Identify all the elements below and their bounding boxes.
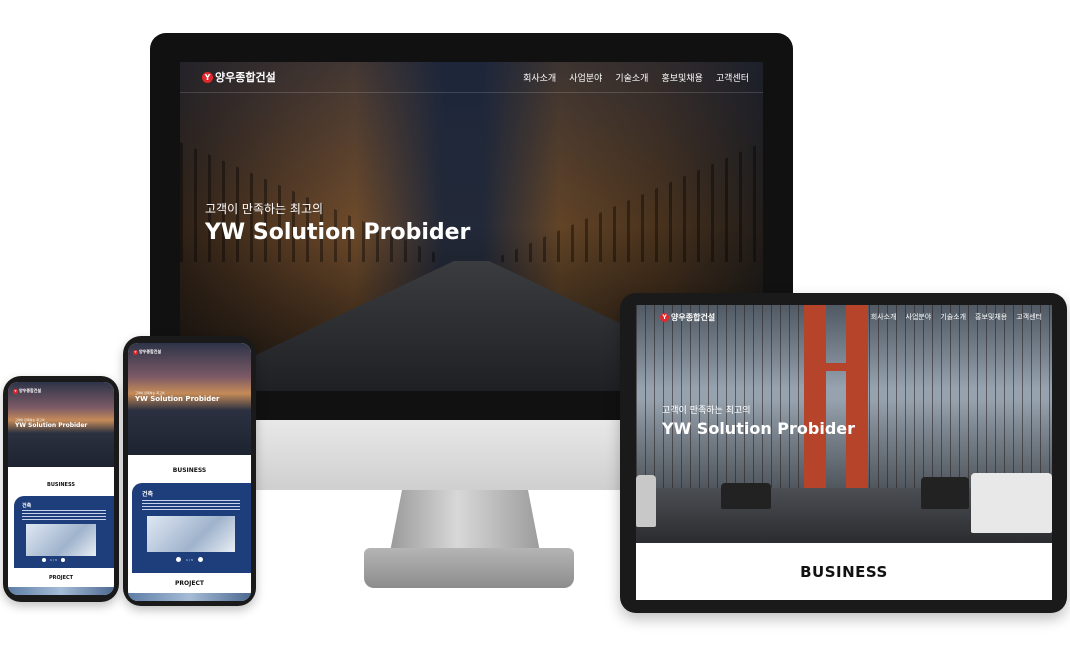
hero-title: YW Solution Probider (135, 395, 220, 403)
card-pager: 1 / 3 (42, 558, 65, 562)
main-nav: 회사소개 사업분야 기술소개 홍보및채용 고객센터 (871, 312, 1042, 322)
site-logo[interactable]: Y 양우종합건설 (202, 69, 276, 85)
project-section-title: PROJECT (48, 575, 74, 581)
project-image-strip (8, 587, 114, 595)
next-arrow-icon[interactable] (60, 558, 65, 562)
hero-background-image: Y 양우종합건설 고객이 만족하는 최고의 YW Solution Probid… (8, 382, 114, 467)
prev-arrow-icon[interactable] (176, 557, 181, 562)
monitor-stand-foot (364, 548, 574, 588)
bridge-tower-beam (804, 363, 868, 371)
hero-text: 고객이 만족하는 최고의 YW Solution Probider (135, 391, 219, 404)
phone-screen-large: Y 양우종합건설 고객이 만족하는 최고의 YW Solution Probid… (128, 343, 251, 601)
nav-item-pr-recruit[interactable]: 홍보및채용 (975, 312, 1007, 322)
card-image (147, 516, 235, 552)
bridge-cables-left (636, 305, 806, 495)
site-header: Y 양우종합건설 회사소개 사업분야 기술소개 홍보및채용 고객센터 (636, 305, 1052, 329)
nav-item-business[interactable]: 사업분야 (569, 71, 602, 84)
hero-text: 고객이 만족하는 최고의 YW Solution Probider (662, 403, 855, 438)
business-card[interactable]: 건축 1 / 3 (14, 496, 114, 568)
hero-title: YW Solution Probider (662, 419, 856, 438)
project-section-title: PROJECT (175, 580, 204, 587)
logo-text: 양우종합건설 (671, 312, 716, 322)
car (636, 475, 656, 527)
next-arrow-icon[interactable] (197, 557, 203, 562)
hero-text: 고객이 만족하는 최고의 YW Solution Probider (205, 200, 470, 245)
pager-text: 1 / 3 (186, 557, 193, 562)
card-title: 건축 (142, 491, 154, 498)
hero-subtitle: 고객이 만족하는 최고의 (662, 406, 751, 416)
nav-item-support[interactable]: 고객센터 (1016, 312, 1042, 322)
logo-icon: Y (202, 71, 213, 83)
hero-background-image: Y 양우종합건설 고객이 만족하는 최고의 YW Solution Probid… (128, 343, 251, 455)
site-logo[interactable]: Y 양우종합건설 (13, 388, 41, 394)
project-image-strip (128, 593, 251, 601)
site-header: Y 양우종합건설 회사소개 사업분야 기술소개 홍보및채용 고객센터 (180, 62, 763, 93)
tablet-screen: Y 양우종합건설 회사소개 사업분야 기술소개 홍보및채용 고객센터 고객이 만… (636, 305, 1052, 600)
nav-item-pr-recruit[interactable]: 홍보및채용 (661, 71, 702, 84)
pager-text: 1 / 3 (50, 558, 57, 562)
nav-item-technology[interactable]: 기술소개 (615, 71, 648, 84)
logo-icon: Y (133, 349, 138, 355)
car (971, 473, 1052, 533)
nav-item-support[interactable]: 고객센터 (716, 71, 749, 84)
business-section-title: BUSINESS (47, 482, 75, 488)
hero-title: YW Solution Probider (205, 220, 471, 245)
card-description (142, 500, 240, 511)
logo-icon: Y (660, 312, 669, 322)
logo-icon: Y (13, 388, 18, 394)
business-card[interactable]: 건축 1 / 3 (132, 483, 251, 573)
car (721, 483, 771, 509)
car (921, 477, 969, 509)
logo-text: 양우종합건설 (19, 388, 42, 393)
hero-text: 고객이 만족하는 최고의 YW Solution Probider (15, 418, 87, 430)
nav-item-company[interactable]: 회사소개 (871, 312, 897, 322)
bridge-cables-right (851, 305, 1052, 495)
logo-text: 양우종합건설 (139, 349, 162, 354)
card-title: 건축 (22, 503, 32, 509)
business-section-title: BUSINESS (172, 467, 207, 474)
prev-arrow-icon[interactable] (42, 558, 46, 562)
phone-screen-small: Y 양우종합건설 고객이 만족하는 최고의 YW Solution Probid… (8, 382, 114, 595)
business-section-title: BUSINESS (800, 562, 888, 581)
card-pager: 1 / 3 (176, 557, 203, 562)
site-logo[interactable]: Y 양우종합건설 (133, 349, 161, 355)
card-image (26, 524, 96, 556)
monitor-stand-neck (390, 490, 540, 552)
nav-item-business[interactable]: 사업분야 (906, 312, 932, 322)
logo-text: 양우종합건설 (215, 71, 276, 84)
hero-subtitle: 고객이 만족하는 최고의 (205, 202, 324, 216)
card-description (22, 510, 106, 520)
nav-item-technology[interactable]: 기술소개 (940, 312, 966, 322)
site-logo[interactable]: Y 양우종합건설 (660, 312, 715, 323)
hero-title: YW Solution Probider (15, 422, 88, 429)
nav-item-company[interactable]: 회사소개 (523, 71, 556, 84)
main-nav: 회사소개 사업분야 기술소개 홍보및채용 고객센터 (523, 71, 749, 84)
